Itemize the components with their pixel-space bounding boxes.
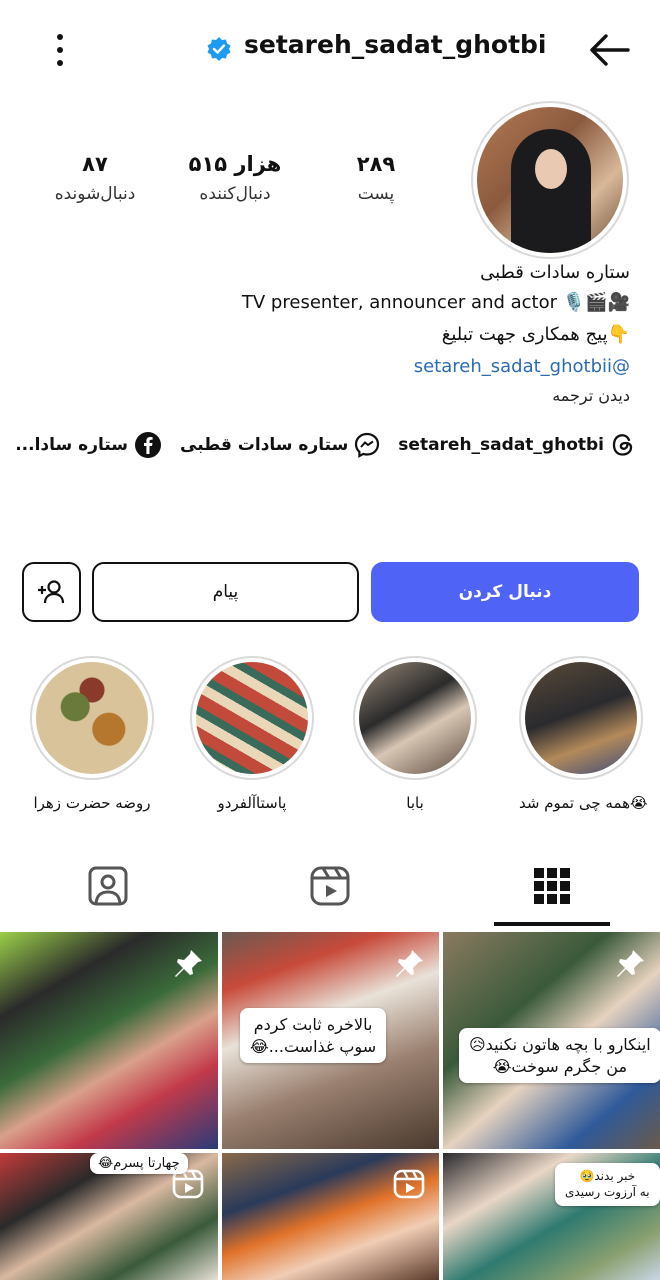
post-caption: اینکارو با بچه هاتون نکنید😥 من جگرم سوخت…	[459, 1028, 660, 1084]
tab-reels[interactable]	[270, 848, 390, 924]
profile-username: setareh_sadat_ghotbi	[244, 30, 547, 59]
threads-link-label: setareh_sadat_ghotbi	[398, 435, 604, 455]
posts-count: ۲۸۹	[356, 152, 396, 176]
pin-icon	[396, 950, 423, 977]
post-tile[interactable]: اینکارو با بچه هاتون نکنید😥 من جگرم سوخت…	[443, 932, 660, 1149]
highlight-3-label: پاستاآلفردو	[217, 794, 287, 812]
followers-count: ۵۱۵ هزار	[188, 152, 282, 176]
highlight-4[interactable]: روضه حضرت زهرا	[30, 656, 154, 812]
stat-posts[interactable]: ۲۸۹ پست	[311, 152, 441, 204]
message-button[interactable]: پیام	[92, 562, 359, 622]
post-tile[interactable]: بالاخره ثابت کردم سوپ غذاست...😂	[222, 932, 439, 1149]
messenger-link[interactable]: ستاره سادات قطبی	[180, 432, 380, 458]
post-tile[interactable]: چهارتا پسرم😂	[0, 1153, 218, 1280]
pin-icon	[617, 950, 644, 977]
messenger-link-label: ستاره سادات قطبی	[180, 435, 349, 455]
highlight-2-label: بابا	[406, 794, 424, 812]
tab-tagged[interactable]	[48, 848, 168, 924]
messenger-icon	[355, 432, 380, 458]
facebook-link-label: ستاره سادا...	[15, 435, 129, 455]
reels-icon	[310, 866, 350, 906]
threads-link[interactable]: setareh_sadat_ghotbi	[398, 431, 636, 459]
highlight-4-cover	[36, 662, 148, 774]
profile-avatar[interactable]	[471, 101, 629, 259]
avatar-photo	[477, 107, 623, 253]
following-label: دنبال‌شونده	[54, 184, 136, 204]
post-caption: بالاخره ثابت کردم سوپ غذاست...😂	[240, 1008, 387, 1064]
threads-icon	[612, 434, 633, 456]
bio-line-1: TV presenter, announcer and actor 🎙️🎬🎥	[241, 292, 630, 313]
more-vertical-icon[interactable]	[42, 28, 78, 72]
tagged-icon	[88, 866, 128, 906]
highlight-1-label: همه چی تموم شد😭	[519, 794, 648, 812]
tab-grid[interactable]	[492, 848, 612, 924]
following-count: ۸۷	[82, 152, 108, 176]
stat-following[interactable]: ۸۷ دنبال‌شونده	[30, 152, 160, 204]
post-tile[interactable]: خبر بدند🥹 به آرزوت رسیدی	[443, 1153, 660, 1280]
highlight-3-cover	[196, 662, 308, 774]
top-bar: setareh_sadat_ghotbi	[0, 0, 660, 96]
back-arrow-icon[interactable]	[586, 30, 632, 70]
followers-label: دنبال‌کننده	[199, 184, 271, 204]
profile-tabs	[0, 848, 660, 928]
facebook-link[interactable]: ستاره سادا...	[15, 431, 162, 459]
bio-mention-link[interactable]: setareh_sadat_ghotbii@	[414, 356, 630, 377]
highlight-2[interactable]: بابا	[353, 656, 477, 812]
highlight-3[interactable]: پاستاآلفردو	[190, 656, 314, 812]
active-tab-indicator	[494, 922, 610, 926]
post-tile[interactable]	[0, 932, 218, 1149]
posts-label: پست	[357, 184, 395, 204]
highlight-1-cover	[525, 662, 637, 774]
facebook-icon	[135, 432, 162, 458]
highlight-4-label: روضه حضرت زهرا	[33, 794, 151, 812]
reel-icon	[393, 1169, 425, 1199]
highlight-2-cover	[359, 662, 471, 774]
verified-badge-icon	[207, 37, 231, 61]
highlight-1[interactable]: همه چی تموم شد😭	[519, 656, 648, 812]
add-user-icon	[37, 580, 64, 604]
stat-followers[interactable]: ۵۱۵ هزار دنبال‌کننده	[170, 152, 300, 204]
suggest-users-button[interactable]	[22, 562, 81, 622]
post-caption: خبر بدند🥹 به آرزوت رسیدی	[555, 1163, 660, 1207]
post-tile[interactable]	[222, 1153, 439, 1280]
bio-name: ستاره سادات قطبی	[480, 262, 630, 283]
grid-icon	[534, 868, 570, 904]
external-links-row: ستاره سادا... ستاره سادات قطبی setareh_s…	[15, 428, 636, 462]
pin-icon	[175, 950, 202, 977]
post-caption: چهارتا پسرم😂	[90, 1153, 188, 1174]
see-translation-link[interactable]: دیدن ترجمه	[552, 386, 630, 405]
follow-button[interactable]: دنبال کردن	[371, 562, 639, 622]
bio-line-2: پیج همکاری جهت تبلیغ👇	[441, 324, 630, 345]
